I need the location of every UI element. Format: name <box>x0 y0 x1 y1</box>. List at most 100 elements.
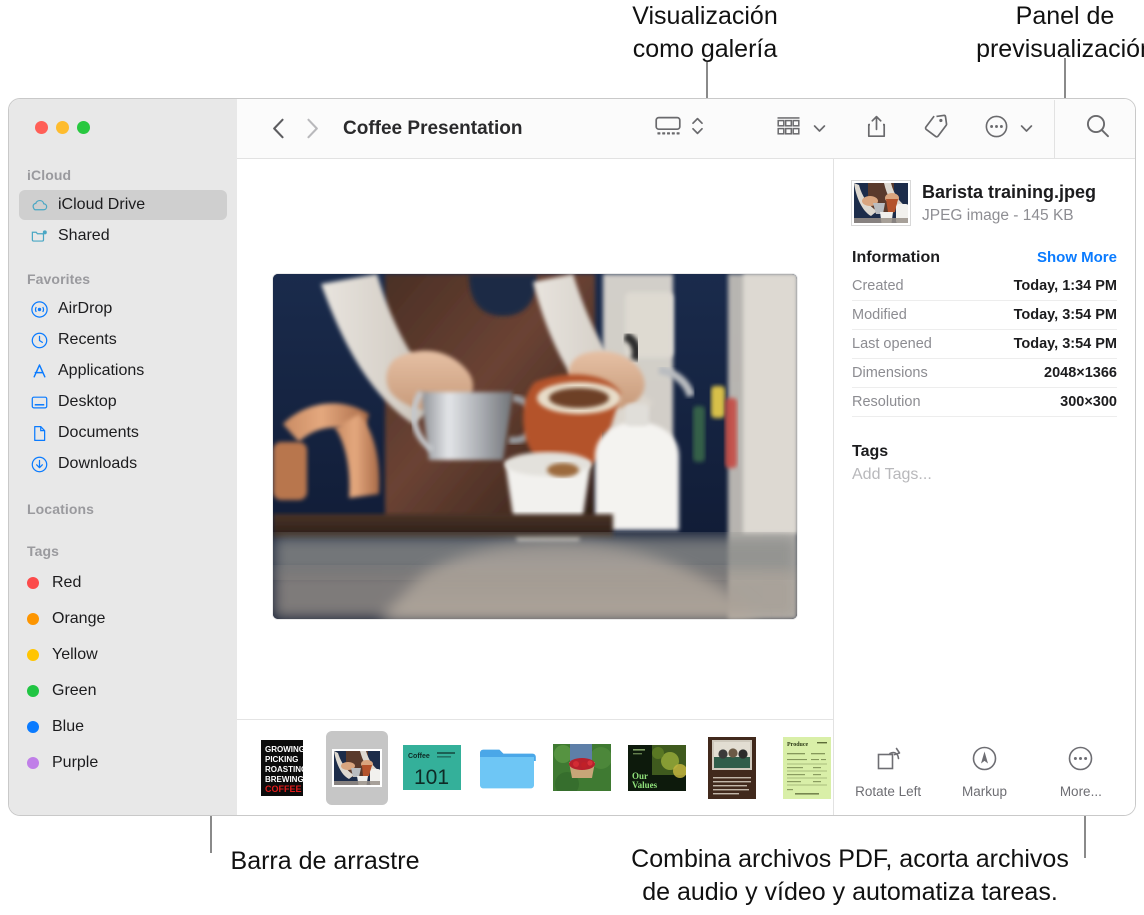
sidebar-tag-yellow[interactable]: Yellow <box>9 637 237 673</box>
share-button[interactable] <box>857 109 896 149</box>
content-area: GROWING PICKING ROASTING BREWING COFFEE <box>237 159 1135 815</box>
chevron-up-down-icon <box>691 115 704 142</box>
sidebar-item-documents[interactable]: Documents <box>19 418 227 448</box>
tag-color-swatch <box>27 721 39 733</box>
info-value: Today, 3:54 PM <box>1013 336 1117 352</box>
screenshot-root: Visualización como galería Panel de prev… <box>0 0 1144 915</box>
sidebar-section-header-locations: Locations <box>27 501 95 517</box>
filmstrip-item-our-values[interactable]: Our Values <box>626 731 688 805</box>
sidebar-tag-label: Purple <box>52 754 99 771</box>
add-tags-input[interactable]: Add Tags... <box>852 466 1117 484</box>
info-value: Today, 3:54 PM <box>1013 307 1117 323</box>
tag-icon <box>923 114 949 144</box>
ellipsis-circle-icon <box>985 115 1008 143</box>
shared-folder-icon <box>29 226 49 246</box>
preview-file-text: Barista training.jpeg JPEG image - 145 K… <box>922 181 1096 225</box>
callout-drag-bar: Barra de arrastre <box>230 847 420 875</box>
sidebar-item-label: iCloud Drive <box>58 196 146 213</box>
filmstrip-item-coffee-poster[interactable]: GROWING PICKING ROASTING BREWING COFFEE <box>251 731 313 805</box>
filmstrip-item-berries-photo[interactable] <box>551 731 613 805</box>
sidebar-item-desktop[interactable]: Desktop <box>19 387 227 417</box>
gallery-view-icon <box>655 116 681 141</box>
sidebar-tag-red[interactable]: Red <box>9 565 237 601</box>
preview-file-header: Barista training.jpeg JPEG image - 145 K… <box>852 181 1117 225</box>
rotate-left-button[interactable]: Rotate Left <box>840 746 936 799</box>
filmstrip-item-folder[interactable] <box>476 731 538 805</box>
info-value: 2048×1366 <box>1044 365 1117 381</box>
clock-icon <box>29 330 49 350</box>
sidebar-item-downloads[interactable]: Downloads <box>19 449 227 479</box>
svg-text:ROASTING: ROASTING <box>265 765 303 774</box>
svg-text:GROWING: GROWING <box>265 745 303 754</box>
filmstrip-item-coffee-101[interactable]: Coffee 101 <box>401 731 463 805</box>
show-more-link[interactable]: Show More <box>1037 249 1117 266</box>
preview-file-thumbnail <box>852 181 910 225</box>
tag-color-swatch <box>27 757 39 769</box>
sidebar-tag-green[interactable]: Green <box>9 673 237 709</box>
maximize-button[interactable] <box>77 121 90 134</box>
sidebar-item-label: Applications <box>58 362 145 379</box>
sidebar-tag-purple[interactable]: Purple <box>9 745 237 781</box>
toolbar-right-group <box>646 99 1135 158</box>
back-button[interactable] <box>261 114 295 144</box>
gallery-view-button[interactable] <box>646 109 713 149</box>
sidebar-item-label: Recents <box>58 331 117 348</box>
sidebar-tag-orange[interactable]: Orange <box>9 601 237 637</box>
sidebar-item-label: Downloads <box>58 455 138 472</box>
sidebar-item-recents[interactable]: Recents <box>19 325 227 355</box>
info-key: Last opened <box>852 336 932 352</box>
invoice-document-thumbnail: Produce <box>783 736 831 799</box>
sidebar-item-applications[interactable]: Applications <box>19 356 227 386</box>
info-row-last-opened: Last opened Today, 3:54 PM <box>852 330 1117 359</box>
sidebar-item-icloud-drive[interactable]: iCloud Drive <box>19 190 227 220</box>
filmstrip-item-invoice-document[interactable]: Produce <box>776 731 838 805</box>
applications-icon <box>29 361 49 381</box>
hero-image-barista-training[interactable] <box>273 273 797 619</box>
document-icon <box>29 423 49 443</box>
search-button[interactable] <box>1061 99 1135 158</box>
finder-window: iCloud iCloud Drive Shared Favorites Air… <box>8 98 1136 816</box>
minimize-button[interactable] <box>56 121 69 134</box>
sidebar-section-header-favorites: Favorites <box>27 271 91 287</box>
sidebar-section-header-tags: Tags <box>27 543 60 559</box>
svg-text:Produce: Produce <box>787 742 809 748</box>
callout-preview-panel: Panel de previsualización <box>976 2 1144 63</box>
markup-label: Markup <box>961 784 1007 799</box>
more-button[interactable]: More... <box>1033 746 1129 799</box>
information-section-header: Information Show More <box>852 249 1117 267</box>
filmstrip-item-barista-training[interactable] <box>326 730 388 805</box>
info-value: 300×300 <box>1060 394 1117 410</box>
sidebar-item-label: Desktop <box>58 393 117 410</box>
icloud-icon <box>29 195 49 215</box>
sidebar-tag-blue[interactable]: Blue <box>9 709 237 745</box>
info-key: Created <box>852 278 904 294</box>
sidebar-item-airdrop[interactable]: AirDrop <box>19 294 227 324</box>
sidebar-item-shared[interactable]: Shared <box>19 221 227 251</box>
preview-details: Barista training.jpeg JPEG image - 145 K… <box>834 159 1135 484</box>
filmstrip-item-meeting-document[interactable] <box>701 731 763 805</box>
window-controls[interactable] <box>35 121 90 134</box>
tag-button[interactable] <box>914 109 958 149</box>
sidebar-tag-label: Orange <box>52 610 106 627</box>
barista-training-thumbnail <box>332 748 382 787</box>
berries-photo-thumbnail <box>553 744 611 791</box>
sidebar-section-header-icloud: iCloud <box>27 167 72 183</box>
sidebar-tag-label: Blue <box>52 718 85 735</box>
svg-text:Values: Values <box>632 780 658 790</box>
callout-gallery-view: Visualización como galería <box>632 2 778 63</box>
more-actions-button[interactable] <box>976 109 1042 149</box>
info-key: Resolution <box>852 394 921 410</box>
tag-color-swatch <box>27 649 39 661</box>
svg-text:BREWING: BREWING <box>265 775 303 784</box>
search-icon <box>1085 113 1111 144</box>
sidebar-tag-label: Yellow <box>52 646 98 663</box>
close-button[interactable] <box>35 121 48 134</box>
toolbar: Coffee Presentation <box>237 99 1135 159</box>
svg-text:Coffee: Coffee <box>408 753 430 760</box>
forward-button[interactable] <box>295 114 329 144</box>
filmstrip-drag-bar[interactable]: GROWING PICKING ROASTING BREWING COFFEE <box>237 719 833 815</box>
coffee-101-slide-thumbnail: Coffee 101 <box>403 745 461 790</box>
info-row-created: Created Today, 1:34 PM <box>852 272 1117 301</box>
markup-button[interactable]: Markup <box>936 746 1032 799</box>
group-by-button[interactable] <box>767 109 835 149</box>
